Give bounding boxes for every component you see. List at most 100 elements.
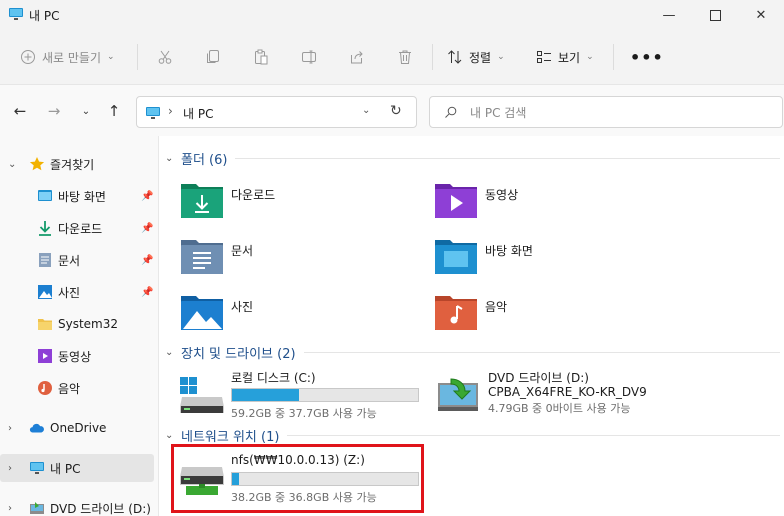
folder-pictures[interactable]: 사진 (180, 290, 420, 338)
sidebar-item-this-pc[interactable]: › 내 PC (0, 454, 154, 482)
rename-icon (302, 50, 316, 64)
navigation-bar: ← → ⌄ ↑ › 내 PC ⌄ ↻ (0, 84, 784, 136)
up-button[interactable]: ↑ (102, 99, 126, 123)
sidebar-item-documents[interactable]: 문서 📌 (0, 246, 158, 274)
cloud-icon (29, 420, 45, 436)
command-bar: 새로 만들기 ⌄ 정렬 ⌄ 보기 ⌄ ••• (0, 30, 784, 84)
more-dots-icon: ••• (630, 47, 664, 67)
minimize-button[interactable]: — (646, 0, 692, 30)
group-header-drives[interactable]: ⌄ 장치 및 드라이브 (2) (165, 342, 780, 362)
group-header-folders[interactable]: ⌄ 폴더 (6) (165, 148, 780, 168)
window-title: 내 PC (29, 9, 60, 23)
this-pc-icon (9, 8, 23, 20)
picture-icon (37, 284, 53, 300)
breadcrumb-separator-icon: › (168, 104, 173, 118)
arrow-up-icon: ↑ (107, 102, 121, 120)
divider (235, 157, 780, 159)
video-icon (37, 348, 53, 364)
divider (432, 44, 433, 70)
chevron-down-icon: ⌄ (165, 152, 174, 164)
chevron-right-icon[interactable]: › (8, 503, 12, 514)
back-button[interactable]: ← (8, 99, 32, 123)
chevron-right-icon[interactable]: › (8, 463, 12, 474)
navigation-pane: ⌄ 즐겨찾기 바탕 화면 📌 다운로드 📌 문서 📌 사진 📌 System32… (0, 136, 158, 516)
share-icon (351, 51, 363, 64)
star-icon (29, 156, 45, 172)
sidebar-item-system32[interactable]: System32 (0, 310, 158, 338)
folder-downloads[interactable]: 다운로드 (180, 178, 420, 226)
local-disk-icon (180, 377, 224, 413)
this-pc-icon (29, 460, 45, 476)
drive-usage-bar (231, 388, 419, 402)
chevron-down-icon: ⌄ (586, 52, 594, 62)
group-header-network[interactable]: ⌄ 네트워크 위치 (1) (165, 425, 780, 445)
folder-videos[interactable]: 동영상 (434, 178, 674, 226)
chevron-down-icon: ⌄ (81, 105, 91, 117)
sidebar-item-desktop[interactable]: 바탕 화면 📌 (0, 182, 158, 210)
divider (287, 434, 780, 436)
close-button[interactable]: ✕ (738, 0, 784, 30)
pin-icon[interactable]: 📌 (141, 255, 153, 266)
dvd-drive-icon (29, 500, 45, 516)
paste-button[interactable] (253, 42, 269, 72)
address-history-chevron-icon[interactable]: ⌄ (362, 105, 370, 116)
highlight-annotation (171, 444, 424, 513)
sidebar-item-music[interactable]: 음악 (0, 374, 158, 402)
desktop-folder-icon (435, 240, 477, 274)
sidebar-item-videos[interactable]: 동영상 (0, 342, 158, 370)
sidebar-item-downloads[interactable]: 다운로드 📌 (0, 214, 158, 242)
sidebar-item-onedrive[interactable]: › OneDrive (0, 414, 158, 442)
chevron-right-icon[interactable]: › (8, 423, 12, 434)
download-arrow-icon (37, 220, 53, 236)
desktop-icon (37, 188, 53, 204)
music-folder-icon (435, 296, 477, 330)
chevron-down-icon: ⌄ (165, 429, 174, 441)
forward-button[interactable]: → (42, 99, 66, 123)
delete-button[interactable] (397, 42, 413, 72)
chevron-down-icon: ⌄ (107, 52, 115, 62)
pin-icon[interactable]: 📌 (141, 223, 153, 234)
search-icon (445, 106, 457, 118)
view-button[interactable]: 보기 ⌄ (536, 42, 594, 72)
divider (303, 351, 780, 353)
chevron-down-icon[interactable]: ⌄ (8, 159, 16, 170)
title-bar: 내 PC — ✕ (0, 0, 784, 30)
pin-icon[interactable]: 📌 (141, 287, 153, 298)
maximize-icon (709, 9, 721, 21)
plus-circle-icon (21, 50, 35, 64)
sidebar-item-pictures[interactable]: 사진 📌 (0, 278, 158, 306)
divider (137, 44, 138, 70)
trash-icon (399, 50, 411, 64)
maximize-button[interactable] (692, 0, 738, 30)
copy-button[interactable] (205, 42, 221, 72)
sidebar-item-quick-access[interactable]: ⌄ 즐겨찾기 (0, 150, 158, 178)
view-list-icon (537, 51, 551, 63)
new-button[interactable]: 새로 만들기 ⌄ (20, 42, 115, 72)
sidebar-item-dvd-drive[interactable]: › DVD 드라이브 (D:) (0, 494, 158, 516)
chevron-down-icon: ⌄ (165, 346, 174, 358)
refresh-button[interactable]: ↻ (390, 103, 402, 119)
rename-button[interactable] (301, 42, 317, 72)
drive-local-c[interactable]: 로컬 디스크 (C:) 59.2GB 중 37.7GB 사용 가능 (180, 369, 420, 429)
address-bar[interactable]: › 내 PC ⌄ ↻ (136, 96, 417, 128)
breadcrumb-item[interactable]: 내 PC (183, 105, 213, 122)
downloads-folder-icon (181, 184, 223, 218)
folder-desktop[interactable]: 바탕 화면 (434, 234, 674, 282)
music-icon (37, 380, 53, 396)
dvd-drive-icon (438, 378, 478, 411)
folder-music[interactable]: 음악 (434, 290, 674, 338)
folder-documents[interactable]: 문서 (180, 234, 420, 282)
this-pc-icon (146, 107, 160, 119)
pin-icon[interactable]: 📌 (141, 191, 153, 202)
recent-locations-button[interactable]: ⌄ (74, 99, 98, 123)
more-options-button[interactable]: ••• (630, 42, 664, 72)
search-input[interactable] (470, 103, 760, 123)
sort-button[interactable]: 정렬 ⌄ (447, 42, 505, 72)
sort-arrows-icon (448, 50, 462, 64)
cut-button[interactable] (157, 42, 173, 72)
arrow-right-icon: → (47, 102, 61, 120)
folder-icon (37, 316, 53, 332)
arrow-left-icon: ← (13, 102, 27, 120)
share-button[interactable] (349, 42, 365, 72)
drive-dvd-d[interactable]: DVD 드라이브 (D:) CPBA_X64FRE_KO-KR_DV9 4.79… (437, 369, 677, 429)
